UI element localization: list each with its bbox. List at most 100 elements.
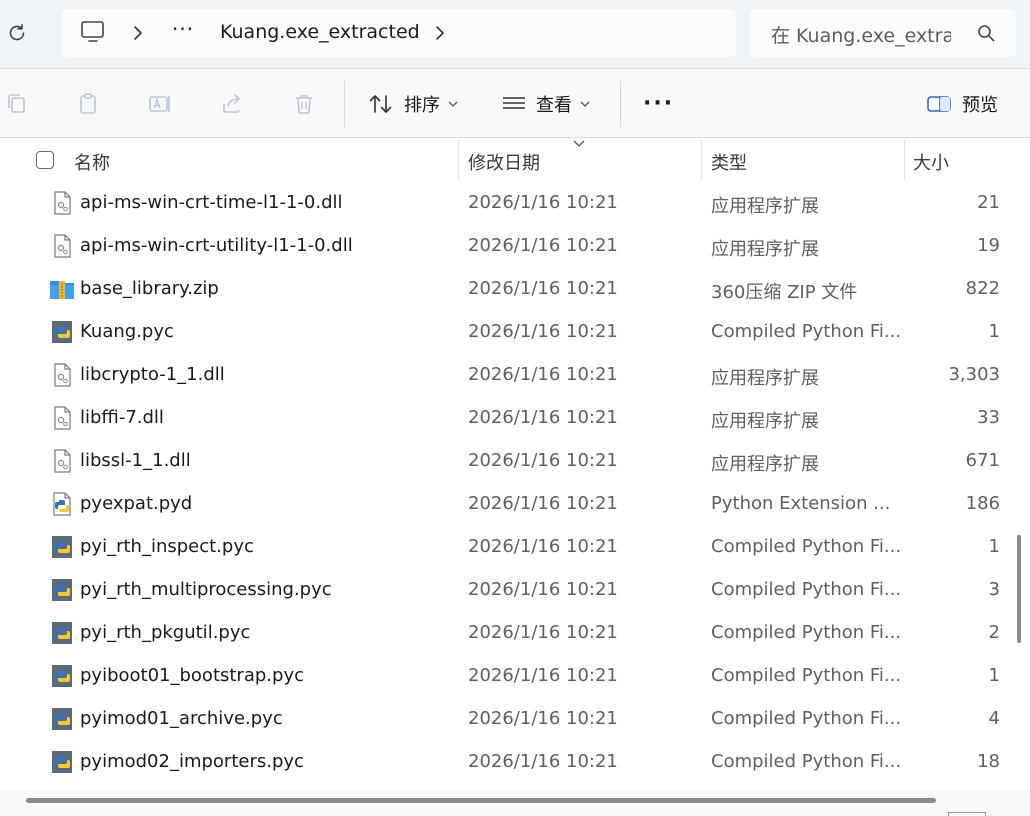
dll-file-icon — [49, 233, 75, 259]
column-header-type[interactable]: 类型 — [711, 149, 747, 175]
file-row[interactable]: pyimod01_archive.pyc 2026/1/16 10:21 Compi… — [0, 697, 1014, 740]
file-row[interactable]: Kuang.pyc 2026/1/16 10:21 Compiled Python … — [0, 310, 1014, 353]
sort-button[interactable]: 排序 — [368, 89, 458, 119]
file-type: Compiled Python Fi... — [711, 708, 901, 729]
column-divider[interactable] — [458, 140, 459, 180]
preview-label: 预览 — [962, 95, 998, 116]
file-date: 2026/1/16 10:21 — [468, 192, 618, 213]
file-type: Compiled Python Fi... — [711, 622, 901, 643]
see-more-button[interactable]: ··· — [643, 91, 674, 116]
vertical-scrollbar-thumb[interactable] — [1017, 535, 1021, 643]
search-input[interactable]: 在 Kuang.exe_extra — [750, 9, 1016, 57]
file-name: pyimod02_importers.pyc — [80, 751, 304, 772]
column-header-row: 名称 修改日期 类型 大小 — [0, 138, 1030, 181]
column-divider[interactable] — [701, 140, 702, 180]
file-size: 21 — [977, 192, 1000, 213]
file-name: libffi-7.dll — [80, 407, 164, 428]
select-all-checkbox[interactable] — [36, 151, 54, 169]
dll-file-icon — [49, 190, 75, 216]
address-box[interactable]: ··· Kuang.exe_extracted — [62, 9, 736, 57]
file-name: pyimod01_archive.pyc — [80, 708, 283, 729]
column-divider[interactable] — [904, 140, 905, 180]
sort-descending-icon — [573, 140, 585, 147]
file-name: pyexpat.pyd — [80, 493, 193, 514]
chevron-right-icon[interactable] — [132, 25, 144, 41]
view-toggle-corner[interactable] — [948, 812, 986, 816]
file-date: 2026/1/16 10:21 — [468, 278, 618, 299]
pyc-file-icon — [49, 749, 75, 775]
this-pc-icon[interactable] — [80, 20, 106, 44]
file-row[interactable]: api-ms-win-crt-utility-l1-1-0.dll 2026/1/… — [0, 224, 1014, 267]
column-header-date[interactable]: 修改日期 — [468, 149, 540, 175]
file-row[interactable]: pyiboot01_bootstrap.pyc 2026/1/16 10:21 Co… — [0, 654, 1014, 697]
file-size: 3 — [988, 579, 1000, 600]
file-date: 2026/1/16 10:21 — [468, 493, 618, 514]
file-type: Compiled Python Fi... — [711, 579, 901, 600]
file-row[interactable]: api-ms-win-crt-time-l1-1-0.dll 2026/1/16 … — [0, 181, 1014, 224]
file-row[interactable]: pyi_rth_multiprocessing.pyc 2026/1/16 10:… — [0, 568, 1014, 611]
file-size: 4 — [988, 708, 1000, 729]
toolbar-divider — [344, 81, 345, 127]
file-name: libssl-1_1.dll — [80, 450, 191, 471]
search-icon[interactable] — [977, 24, 995, 42]
file-name: api-ms-win-crt-time-l1-1-0.dll — [80, 192, 343, 213]
breadcrumb-current-folder[interactable]: Kuang.exe_extracted — [220, 21, 420, 43]
file-row[interactable]: base_library.zip 2026/1/16 10:21 360压缩 ZIP… — [0, 267, 1014, 310]
file-size: 1 — [988, 665, 1000, 686]
preview-pane-button[interactable]: 预览 — [926, 89, 998, 119]
file-row[interactable]: pyexpat.pyd 2026/1/16 10:21 Python Extensi… — [0, 482, 1014, 525]
file-type: Compiled Python Fi... — [711, 536, 901, 557]
view-list-icon — [503, 97, 525, 109]
horizontal-scrollbar-thumb[interactable] — [26, 798, 936, 803]
file-row[interactable]: libffi-7.dll 2026/1/16 10:21 应用程序扩展 33 — [0, 396, 1014, 439]
file-row[interactable]: pyi_rth_inspect.pyc 2026/1/16 10:21 Compil… — [0, 525, 1014, 568]
file-date: 2026/1/16 10:21 — [468, 536, 618, 557]
file-type: Compiled Python Fi... — [711, 665, 901, 686]
toolbar-divider — [620, 81, 621, 127]
chevron-down-icon — [448, 101, 458, 107]
view-button[interactable]: 查看 — [502, 89, 590, 119]
column-header-size[interactable]: 大小 — [913, 149, 949, 175]
dll-file-icon — [49, 362, 75, 388]
delete-icon[interactable] — [292, 92, 316, 116]
file-type: 应用程序扩展 — [711, 454, 819, 475]
file-type: 应用程序扩展 — [711, 368, 819, 389]
file-row[interactable]: pyi_rth_pkgutil.pyc 2026/1/16 10:21 Compil… — [0, 611, 1014, 654]
file-date: 2026/1/16 10:21 — [468, 235, 618, 256]
pyd-file-icon — [49, 491, 75, 517]
file-date: 2026/1/16 10:21 — [468, 579, 618, 600]
horizontal-scrollbar[interactable] — [0, 790, 1030, 816]
file-size: 186 — [965, 493, 1000, 514]
file-row[interactable]: libssl-1_1.dll 2026/1/16 10:21 应用程序扩展 671 — [0, 439, 1014, 482]
rename-icon[interactable] — [148, 92, 172, 116]
path-overflow-button[interactable]: ··· — [172, 17, 194, 41]
file-name: pyi_rth_inspect.pyc — [80, 536, 254, 557]
sort-label: 排序 — [404, 95, 440, 116]
file-date: 2026/1/16 10:21 — [468, 364, 618, 385]
copy-icon[interactable] — [5, 92, 29, 116]
file-size: 822 — [965, 278, 1000, 299]
share-icon[interactable] — [220, 92, 244, 116]
file-row[interactable]: pyimod02_importers.pyc 2026/1/16 10:21 Com… — [0, 740, 1014, 783]
file-name: pyiboot01_bootstrap.pyc — [80, 665, 304, 686]
file-name: pyi_rth_multiprocessing.pyc — [80, 579, 332, 600]
file-size: 33 — [977, 407, 1000, 428]
paste-icon[interactable] — [76, 92, 100, 116]
pyc-file-icon — [49, 620, 75, 646]
column-header-name[interactable]: 名称 — [74, 149, 110, 175]
file-date: 2026/1/16 10:21 — [468, 708, 618, 729]
file-type: Compiled Python Fi... — [711, 321, 901, 342]
file-type: Python Extension ... — [711, 493, 891, 514]
file-row[interactable]: libcrypto-1_1.dll 2026/1/16 10:21 应用程序扩展 3,… — [0, 353, 1014, 396]
refresh-button[interactable] — [2, 20, 32, 46]
file-type: 应用程序扩展 — [711, 411, 819, 432]
file-size: 18 — [977, 751, 1000, 772]
pyc-file-icon — [49, 319, 75, 345]
file-type: 360压缩 ZIP 文件 — [711, 282, 858, 303]
pyc-file-icon — [49, 663, 75, 689]
file-name: Kuang.pyc — [80, 321, 174, 342]
dll-file-icon — [49, 405, 75, 431]
view-label: 查看 — [536, 95, 572, 116]
chevron-right-icon[interactable] — [434, 25, 446, 41]
search-placeholder: 在 Kuang.exe_extra — [771, 25, 951, 47]
